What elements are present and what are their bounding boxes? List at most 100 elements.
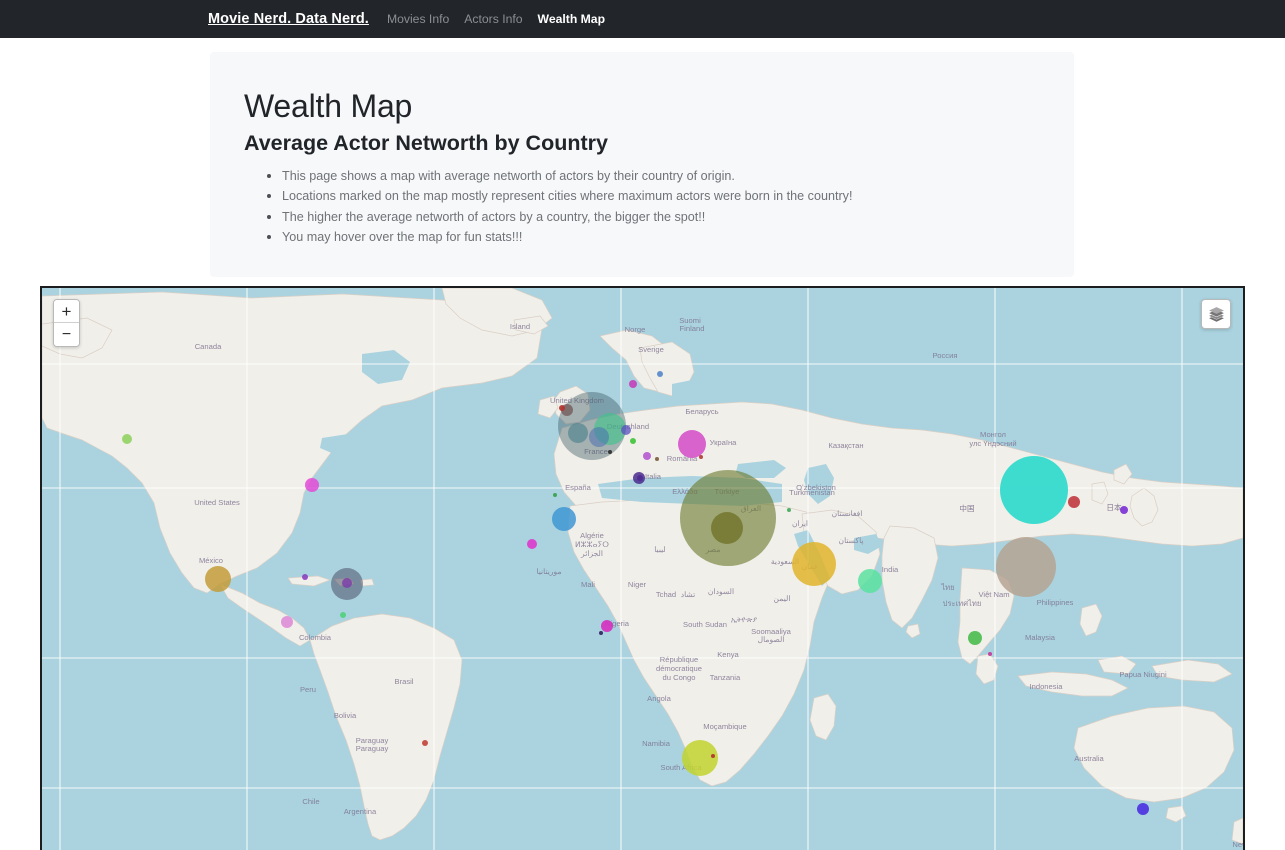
nav-link-movies-info[interactable]: Movies Info [387,12,449,26]
map-label: Malaysia [1025,633,1056,642]
marker-sweden[interactable] [657,371,663,378]
layers-control-button[interactable] [1201,299,1231,330]
marker-italy-big[interactable] [633,472,645,485]
map-label: Namibia [642,739,671,748]
map-label: اليمن [774,594,791,603]
nav-link-wealth-map[interactable]: Wealth Map [538,12,606,26]
marker-westsahara[interactable] [527,539,537,550]
marker-denmark[interactable] [629,380,637,389]
marker-iran-dot[interactable] [787,508,791,513]
marker-china-south[interactable] [996,537,1056,598]
leaflet-map[interactable]: Canada United States México Colombia Peru Bra… [40,286,1245,850]
map-label: India [882,565,899,574]
map-label: الصومال [758,635,785,644]
marker-cuba[interactable] [302,574,308,581]
marker-uk-sub1[interactable] [568,423,588,444]
map-label: Algérie [580,531,604,540]
map-label: Indonesia [1030,682,1064,691]
map-label: Монгол [980,430,1006,439]
map-label: du Congo [663,673,696,682]
zoom-control[interactable]: + − [53,299,80,348]
map-label: ኢትዮጵያ [731,615,758,624]
map-label: تشاد [681,590,696,599]
marker-spain[interactable] [553,493,557,498]
map-label: Philippines [1037,598,1074,607]
marker-ukraine[interactable] [678,430,706,459]
map-label: Norge [625,325,646,334]
marker-australia[interactable] [1137,803,1149,816]
map-label: Казақстан [828,441,863,450]
zoom-in-button[interactable]: + [54,300,79,324]
marker-korea[interactable] [1068,496,1080,509]
marker-southafrica-dot[interactable] [711,754,715,759]
map-label: démocratique [656,664,702,673]
map-label: افغانستان [832,509,863,518]
map-label: ไทย [940,583,954,592]
map-label: South Sudan [683,620,727,629]
map-label: Argentina [344,807,377,816]
marker-france-dot[interactable] [608,450,612,455]
map-label: New [1232,840,1243,849]
map-label: Island [510,322,530,331]
jumbotron: Wealth Map Average Actor Networth by Cou… [210,52,1074,278]
list-item: This page shows a map with average netwo… [282,166,1040,186]
marker-venezuela[interactable] [340,612,346,619]
map-label: México [199,556,223,565]
map-label: ایران [792,519,808,528]
map-label: Turkmenistan [789,488,835,497]
top-navbar: Movie Nerd. Data Nerd. Movies Info Actor… [0,0,1285,38]
map-label: España [565,483,592,492]
zoom-out-button[interactable]: − [54,323,79,347]
map-label: السودان [708,587,734,596]
map-label: Peru [300,685,316,694]
marker-morocco[interactable] [552,507,576,532]
marker-saudi[interactable] [792,542,836,587]
marker-switzerland[interactable] [643,452,651,461]
map-label: United States [194,498,240,507]
navbar-brand[interactable]: Movie Nerd. Data Nerd. [208,11,369,27]
map-label: Australia [1074,754,1104,763]
marker-mexico[interactable] [205,566,231,593]
marker-ghana[interactable] [599,631,603,636]
nav-link-actors-info[interactable]: Actors Info [464,12,522,26]
map-label: Italia [645,472,662,481]
marker-uk-sub2[interactable] [589,427,609,448]
map-label: République [660,655,698,664]
map-canvas[interactable]: Canada United States México Colombia Peru Bra… [42,288,1243,850]
marker-china-big[interactable] [1000,456,1068,525]
marker-turkey-inner[interactable] [711,512,743,545]
map-label: Kenya [717,650,739,659]
marker-singapore[interactable] [968,631,982,646]
marker-canada-vancouver[interactable] [122,434,132,445]
list-item: The higher the average networth of actor… [282,207,1040,227]
map-label: Colombia [299,633,332,642]
map-label: Tchad [656,590,676,599]
marker-germany-green[interactable] [630,438,636,445]
marker-brasil-sao-paulo[interactable] [422,740,428,747]
marker-southafrica[interactable] [682,740,718,777]
marker-panama[interactable] [281,616,293,629]
marker-nigeria[interactable] [601,620,613,633]
marker-ireland-red[interactable] [559,405,565,412]
marker-india[interactable] [858,569,882,594]
map-label: улс Үндэсний [969,439,1016,448]
map-label: ประเทศไทย [943,599,982,608]
marker-usa-newyork[interactable] [305,478,319,493]
marker-puertorico-inner[interactable] [342,578,352,589]
marker-romania-dot[interactable] [699,455,703,460]
marker-japan[interactable] [1120,506,1128,515]
marker-germany-dot[interactable] [621,425,631,436]
marker-indonesia-dot[interactable] [988,652,992,657]
page-subtitle: Average Actor Networth by Country [244,131,608,155]
layers-icon [1208,306,1224,322]
map-label: Chile [302,797,319,806]
navbar-links: Movies Info Actors Info Wealth Map [387,12,605,26]
list-item: Locations marked on the map mostly repre… [282,186,1040,206]
map-label: Papua Niugini [1119,670,1167,679]
list-item: You may hover over the map for fun stats… [282,227,1040,247]
map-label: موريتانيا [536,567,561,576]
map-label: Canada [195,342,222,351]
map-label: Niger [628,580,647,589]
marker-croatia[interactable] [655,457,659,462]
map-label: الجزائر [580,549,603,558]
